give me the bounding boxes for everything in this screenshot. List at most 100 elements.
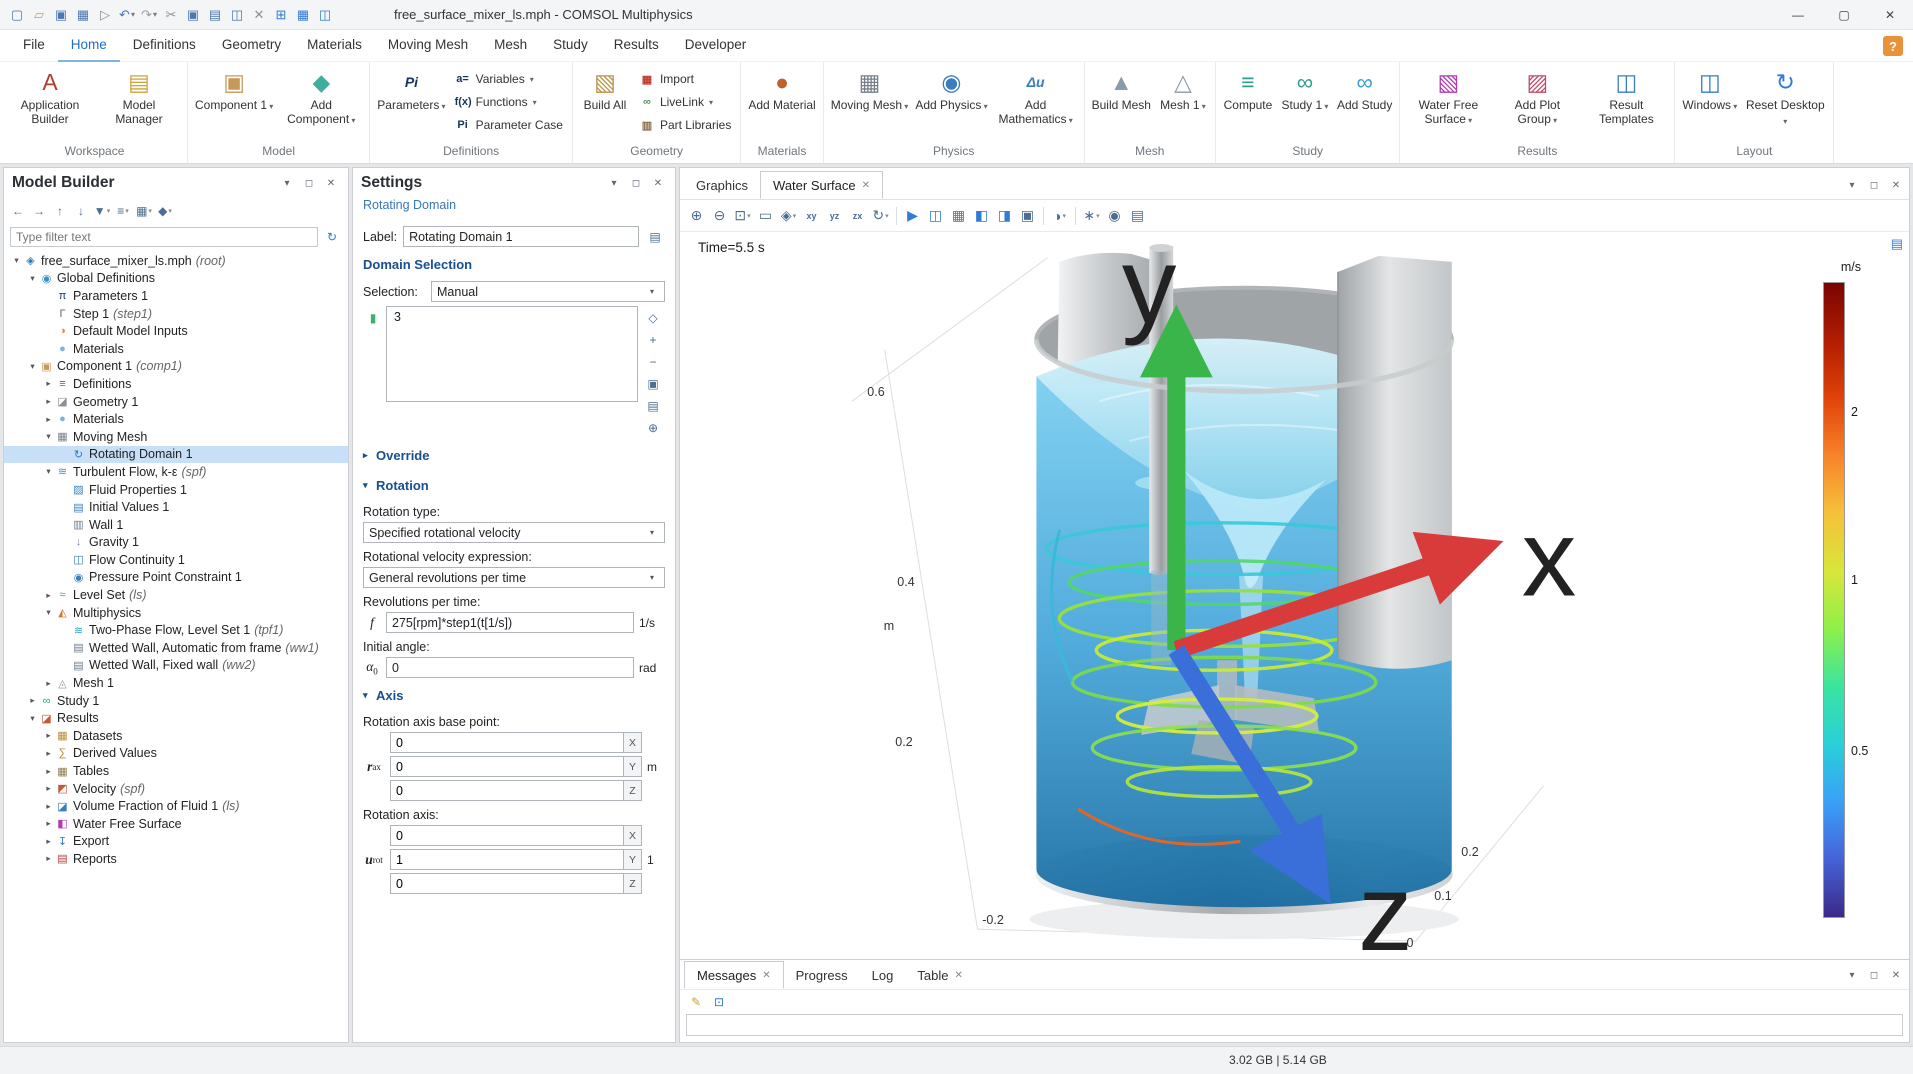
rotation-type-dropdown[interactable]: Specified rotational velocity▾ bbox=[363, 522, 665, 543]
mb-float-icon[interactable]: ◻ bbox=[300, 174, 318, 192]
duplicate-icon[interactable]: ◫ bbox=[226, 3, 248, 27]
tree-item[interactable]: ▸▦Tables bbox=[4, 762, 348, 780]
menu-tab-moving-mesh[interactable]: Moving Mesh bbox=[375, 30, 481, 62]
tree-item[interactable]: ▸∞Study 1 bbox=[4, 692, 348, 710]
tree-item[interactable]: ▤Wetted Wall, Automatic from frame(ww1) bbox=[4, 639, 348, 657]
zoom-extents-icon[interactable]: ⊡▾ bbox=[731, 204, 754, 228]
split-window-icon[interactable]: ◧ bbox=[970, 204, 993, 228]
tree-item[interactable]: ▸◪Volume Fraction of Fluid 1(ls) bbox=[4, 797, 348, 815]
menu-tab-results[interactable]: Results bbox=[601, 30, 672, 62]
tree-item[interactable]: ▥Wall 1 bbox=[4, 516, 348, 534]
tab-progress[interactable]: Progress bbox=[784, 961, 860, 989]
save-copy-icon[interactable]: ▦ bbox=[72, 3, 94, 27]
tab-messages[interactable]: Messages✕ bbox=[684, 961, 784, 989]
redo-icon[interactable]: ↷▾ bbox=[138, 3, 160, 27]
tree-item[interactable]: ◫Flow Continuity 1 bbox=[4, 551, 348, 569]
component-button[interactable]: ▣Component 1 ▾ bbox=[192, 64, 276, 140]
refresh-filter-icon[interactable]: ↻ bbox=[322, 227, 342, 247]
import-button[interactable]: ▦Import bbox=[634, 69, 736, 89]
selection-dropdown[interactable]: Manual▾ bbox=[431, 281, 665, 302]
table-icon[interactable]: ▦ bbox=[292, 3, 314, 27]
tree-item[interactable]: ↻Rotating Domain 1 bbox=[4, 446, 348, 464]
collapse-all-icon[interactable]: ≡▾ bbox=[113, 201, 133, 221]
copy-selection-icon[interactable]: ▣ bbox=[643, 374, 663, 394]
selection-list-item[interactable]: 3 bbox=[387, 309, 637, 325]
tree-item[interactable]: ▾≋Turbulent Flow, k-ε(spf) bbox=[4, 463, 348, 481]
build-all-button[interactable]: ▧Build All bbox=[577, 64, 633, 140]
tab-graphics[interactable]: Graphics bbox=[684, 171, 760, 199]
section-domain-selection[interactable]: Domain Selection bbox=[363, 251, 665, 277]
maximize-window-icon[interactable]: ◨ bbox=[993, 204, 1016, 228]
base-point-y-input[interactable] bbox=[390, 756, 624, 777]
tree-item[interactable]: ▸◪Geometry 1 bbox=[4, 393, 348, 411]
livelink-button[interactable]: ∞LiveLink▾ bbox=[634, 92, 736, 112]
open-file-icon[interactable]: ▱ bbox=[28, 3, 50, 27]
tab-log[interactable]: Log bbox=[860, 961, 906, 989]
tag-display-icon[interactable]: ◆▾ bbox=[155, 201, 175, 221]
mb-menu-icon[interactable]: ▾ bbox=[278, 174, 296, 192]
tree-item[interactable]: ≋Two-Phase Flow, Level Set 1(tpf1) bbox=[4, 621, 348, 639]
tree-item[interactable]: ▾◭Multiphysics bbox=[4, 604, 348, 622]
paste-icon[interactable]: ▤ bbox=[204, 3, 226, 27]
section-rotation[interactable]: ▾Rotation bbox=[363, 472, 665, 498]
maximize-button[interactable]: ▢ bbox=[1821, 0, 1867, 30]
tree-filter-input[interactable] bbox=[10, 227, 318, 247]
menu-tab-geometry[interactable]: Geometry bbox=[209, 30, 294, 62]
tree-item[interactable]: ▨Fluid Properties 1 bbox=[4, 481, 348, 499]
snapshot-icon[interactable]: ◉ bbox=[1103, 204, 1126, 228]
compute-button[interactable]: ≡Compute bbox=[1220, 64, 1276, 140]
zoom-out-icon[interactable]: ⊖ bbox=[708, 204, 731, 228]
tree-item[interactable]: ●Materials bbox=[4, 340, 348, 358]
minimize-button[interactable]: — bbox=[1775, 0, 1821, 30]
menu-tab-file[interactable]: File bbox=[10, 30, 58, 62]
go-to-yz-view-icon[interactable]: yz bbox=[823, 204, 846, 228]
remove-from-selection-icon[interactable]: − bbox=[643, 352, 663, 372]
menu-tab-mesh[interactable]: Mesh bbox=[481, 30, 540, 62]
window-grid-icon[interactable]: ◫ bbox=[314, 3, 336, 27]
section-override[interactable]: ▸Override bbox=[363, 442, 665, 468]
open-log-icon[interactable]: ⊡ bbox=[709, 992, 729, 1012]
tree-item[interactable]: ▸◩Velocity(spf) bbox=[4, 780, 348, 798]
show-grid-icon[interactable]: ▦ bbox=[947, 204, 970, 228]
tree-item[interactable]: ▸≡Definitions bbox=[4, 375, 348, 393]
tab-table[interactable]: Table✕ bbox=[905, 961, 974, 989]
gfx-close-icon[interactable]: ✕ bbox=[1887, 176, 1905, 194]
build-mesh-button[interactable]: ▲Build Mesh bbox=[1089, 64, 1154, 140]
update-view-icon[interactable]: ↻▾ bbox=[869, 204, 892, 228]
undo-icon[interactable]: ↶▾ bbox=[116, 3, 138, 27]
bottom-menu-icon[interactable]: ▾ bbox=[1843, 966, 1861, 984]
mb-close-icon[interactable]: ✕ bbox=[322, 174, 340, 192]
tree-item[interactable]: ▸↧Export bbox=[4, 833, 348, 851]
zoom-box-icon[interactable]: ▭ bbox=[754, 204, 777, 228]
water-free-surface-button[interactable]: ▧Water Free Surface ▾ bbox=[1404, 64, 1492, 140]
velocity-expression-dropdown[interactable]: General revolutions per time▾ bbox=[363, 567, 665, 588]
reset-desktop-button[interactable]: ↻Reset Desktop ▾ bbox=[1741, 64, 1829, 140]
rename-label-icon[interactable]: ▤ bbox=[645, 227, 665, 247]
tree-item[interactable]: ◑Default Model Inputs bbox=[4, 322, 348, 340]
tree-item[interactable]: ▤Wetted Wall, Fixed wall(ww2) bbox=[4, 657, 348, 675]
active-toggle-icon[interactable]: ▮ bbox=[363, 308, 383, 328]
go-to-default-view-icon[interactable]: ◈▾ bbox=[777, 204, 800, 228]
tree-item[interactable]: ▤Initial Values 1 bbox=[4, 498, 348, 516]
tree-item[interactable]: ▸∑Derived Values bbox=[4, 745, 348, 763]
revolutions-input[interactable] bbox=[386, 612, 634, 633]
bottom-float-icon[interactable]: ◻ bbox=[1865, 966, 1883, 984]
tree-item[interactable]: ◉Pressure Point Constraint 1 bbox=[4, 569, 348, 587]
go-to-zx-view-icon[interactable]: zx bbox=[846, 204, 869, 228]
gfx-menu-icon[interactable]: ▾ bbox=[1843, 176, 1861, 194]
gfx-float-icon[interactable]: ◻ bbox=[1865, 176, 1883, 194]
tree-item[interactable]: ▸▤Reports bbox=[4, 850, 348, 868]
scene-settings-icon[interactable]: ∗▾ bbox=[1080, 204, 1103, 228]
rotation-axis-z-input[interactable] bbox=[390, 873, 624, 894]
menu-tab-home[interactable]: Home bbox=[58, 30, 120, 62]
print-icon[interactable]: ▤ bbox=[1126, 204, 1149, 228]
tree-item[interactable]: ▸◬Mesh 1 bbox=[4, 674, 348, 692]
bottom-close-icon[interactable]: ✕ bbox=[1887, 966, 1905, 984]
tab-water-surface[interactable]: Water Surface✕ bbox=[760, 171, 883, 199]
select-box-icon[interactable]: ◫ bbox=[924, 204, 947, 228]
tree-item[interactable]: ↓Gravity 1 bbox=[4, 534, 348, 552]
tree-item[interactable]: ▸◧Water Free Surface bbox=[4, 815, 348, 833]
play-animation-icon[interactable]: ▶ bbox=[901, 204, 924, 228]
part-libraries-button[interactable]: ▥Part Libraries bbox=[634, 115, 736, 135]
settings-close-icon[interactable]: ✕ bbox=[649, 174, 667, 192]
